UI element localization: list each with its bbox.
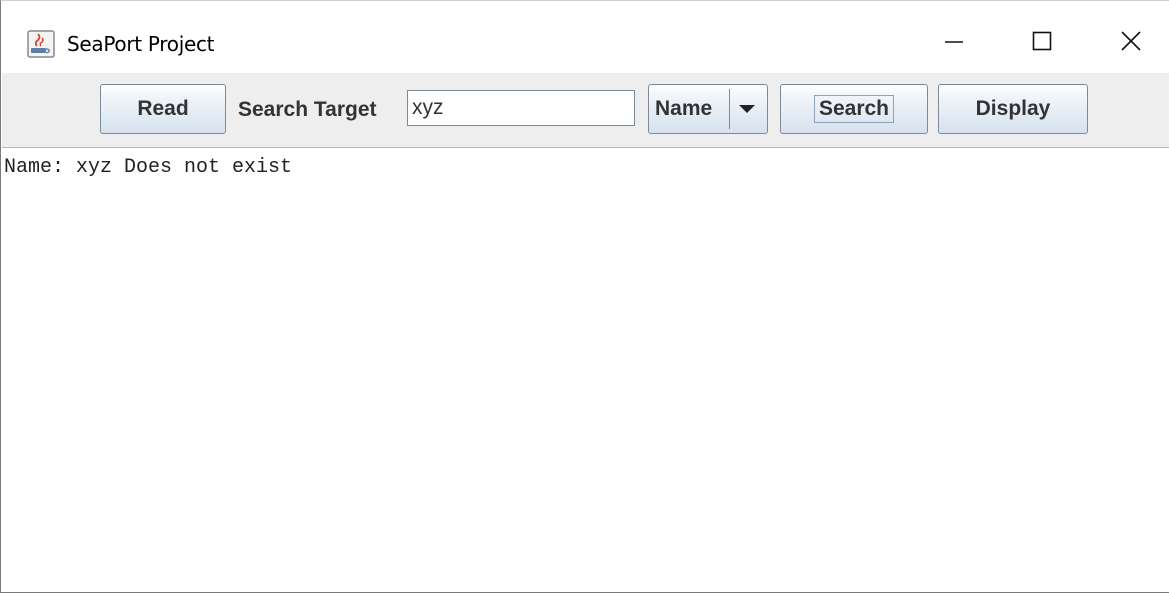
window-title: SeaPort Project (67, 32, 215, 56)
search-button[interactable]: Search (780, 84, 928, 134)
display-button[interactable]: Display (938, 84, 1088, 134)
close-icon (1120, 30, 1142, 57)
search-type-dropdown[interactable]: Name (648, 84, 768, 134)
java-coffee-icon (27, 30, 55, 58)
close-button[interactable] (1103, 15, 1159, 71)
read-button[interactable]: Read (100, 84, 226, 134)
app-window: SeaPort Project Read Search Target Name (0, 0, 1169, 593)
search-type-selected: Name (655, 97, 713, 120)
maximize-icon (1031, 30, 1053, 57)
maximize-button[interactable] (1014, 15, 1070, 71)
output-text-area[interactable]: Name: xyz Does not exist (2, 148, 1169, 592)
search-button-label: Search (813, 95, 895, 123)
search-target-label: Search Target (238, 98, 377, 121)
minimize-button[interactable] (926, 15, 982, 71)
search-input[interactable] (407, 90, 635, 126)
title-bar[interactable]: SeaPort Project (1, 1, 1169, 73)
toolbar: Read Search Target Name Search Display (2, 73, 1169, 148)
minimize-icon (943, 30, 965, 57)
dropdown-arrow-icon[interactable] (729, 89, 763, 129)
